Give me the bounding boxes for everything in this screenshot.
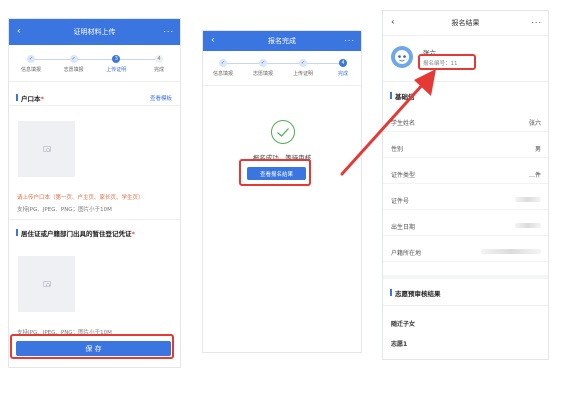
flow-arrow — [340, 69, 436, 176]
